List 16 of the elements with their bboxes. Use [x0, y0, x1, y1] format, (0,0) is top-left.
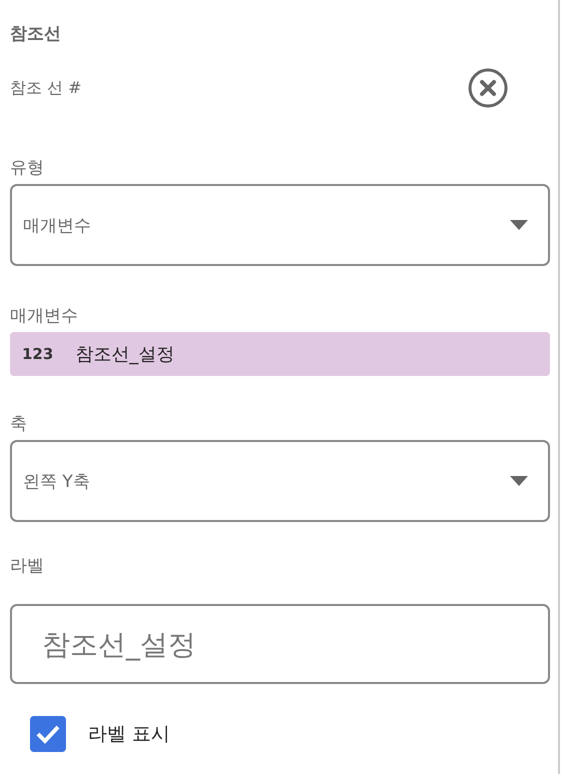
field-label: 매개변수: [10, 305, 78, 328]
caret-icon: [510, 220, 528, 230]
field-label: 라벨: [10, 555, 44, 578]
checkbox-label: 라벨 표시: [88, 722, 170, 747]
field-label: 축: [10, 413, 28, 436]
section-title: 참조선: [10, 23, 62, 46]
label-input[interactable]: 참조선_설정: [10, 604, 550, 684]
close-icon[interactable]: [468, 68, 508, 108]
parameter-chip[interactable]: 123 참조선_설정: [10, 332, 550, 376]
reference-line-label: 참조 선 #: [10, 77, 83, 99]
caret-icon: [510, 476, 528, 486]
number-type-icon: 123: [22, 345, 54, 363]
dropdown[interactable]: 왼쪽 Y축: [10, 440, 550, 522]
dropdown[interactable]: 매개변수: [10, 184, 550, 266]
field-label: 유형: [10, 157, 45, 180]
checkbox[interactable]: [30, 716, 66, 752]
